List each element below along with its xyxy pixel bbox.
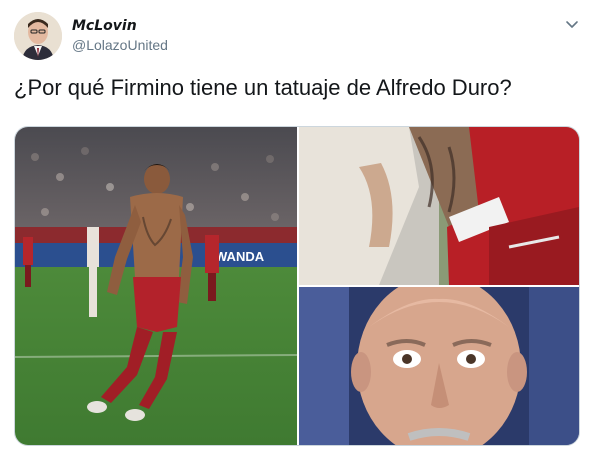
chevron-down-icon[interactable] bbox=[564, 16, 580, 32]
photo-tattoo-arm-closeup[interactable] bbox=[299, 127, 579, 285]
author-handle[interactable]: @LolazoUnited bbox=[72, 35, 168, 55]
tweet-card: McLovin @LolazoUnited ¿Por qué Firmino t… bbox=[0, 0, 594, 459]
stadium-ad-text: WANDA bbox=[215, 249, 265, 264]
media-grid: WANDA bbox=[14, 126, 580, 446]
photo-player-celebrating[interactable]: WANDA bbox=[15, 127, 297, 445]
photo-bald-man-face[interactable] bbox=[299, 287, 579, 445]
author-display-name[interactable]: McLovin bbox=[72, 17, 168, 35]
author-block[interactable]: McLovin @LolazoUnited bbox=[72, 17, 168, 55]
avatar[interactable] bbox=[14, 12, 62, 60]
tweet-text: ¿Por qué Firmino tiene un tatuaje de Alf… bbox=[14, 75, 512, 100]
